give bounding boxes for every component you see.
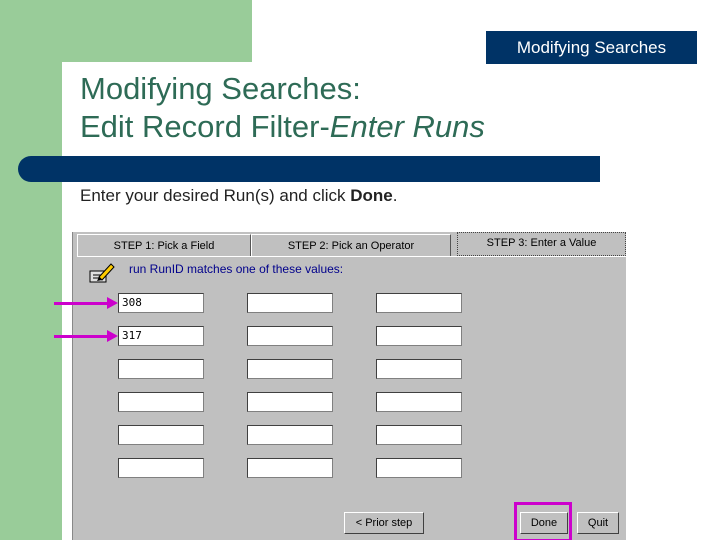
quit-button[interactable]: Quit [577, 512, 619, 534]
query-label: run RunID matches one of these values: [129, 262, 344, 276]
instruction-main: Enter your desired Run(s) and click [80, 186, 351, 205]
edit-pencil-icon [89, 263, 115, 283]
value-field[interactable] [376, 326, 462, 346]
green-sidebar [0, 0, 62, 540]
value-field[interactable] [376, 392, 462, 412]
tab-divider [77, 256, 626, 257]
title-bar [18, 156, 600, 182]
slide-title: Modifying Searches: Edit Record Filter-E… [80, 70, 485, 146]
value-field[interactable] [118, 392, 204, 412]
title-line1: Modifying Searches: [80, 71, 361, 106]
tab-step3[interactable]: STEP 3: Enter a Value [457, 232, 626, 256]
instruction-end: . [392, 186, 398, 205]
title-line2-italic: Enter Runs [329, 109, 485, 144]
instruction-text: Enter your desired Run(s) and click Done… [80, 186, 397, 206]
value-field[interactable]: 317 [118, 326, 204, 346]
value-field[interactable] [247, 458, 333, 478]
value-field[interactable] [247, 293, 333, 313]
arrow-pointer-2 [54, 330, 118, 342]
value-field[interactable]: 308 [118, 293, 204, 313]
header-badge: Modifying Searches [486, 31, 697, 64]
instruction-bold: Done [350, 186, 393, 205]
tab-step3-label: STEP 3: Enter a Value [486, 237, 597, 249]
arrow-pointer-1 [54, 297, 118, 309]
done-highlight-box [514, 502, 572, 540]
tab-step1[interactable]: STEP 1: Pick a Field [77, 234, 251, 256]
value-field[interactable] [376, 293, 462, 313]
prior-step-button[interactable]: < Prior step [344, 512, 424, 534]
value-field[interactable] [118, 425, 204, 445]
value-field[interactable] [118, 359, 204, 379]
title-line2: Edit Record Filter- [80, 109, 330, 144]
tab-step2[interactable]: STEP 2: Pick an Operator [251, 234, 451, 256]
value-field[interactable] [376, 425, 462, 445]
value-field[interactable] [376, 458, 462, 478]
value-field[interactable] [247, 359, 333, 379]
green-header-strip [0, 0, 252, 62]
value-field[interactable] [247, 425, 333, 445]
value-field[interactable] [247, 392, 333, 412]
value-field[interactable] [118, 458, 204, 478]
value-field[interactable] [247, 326, 333, 346]
filter-dialog: STEP 1: Pick a Field STEP 2: Pick an Ope… [72, 232, 626, 540]
value-field[interactable] [376, 359, 462, 379]
